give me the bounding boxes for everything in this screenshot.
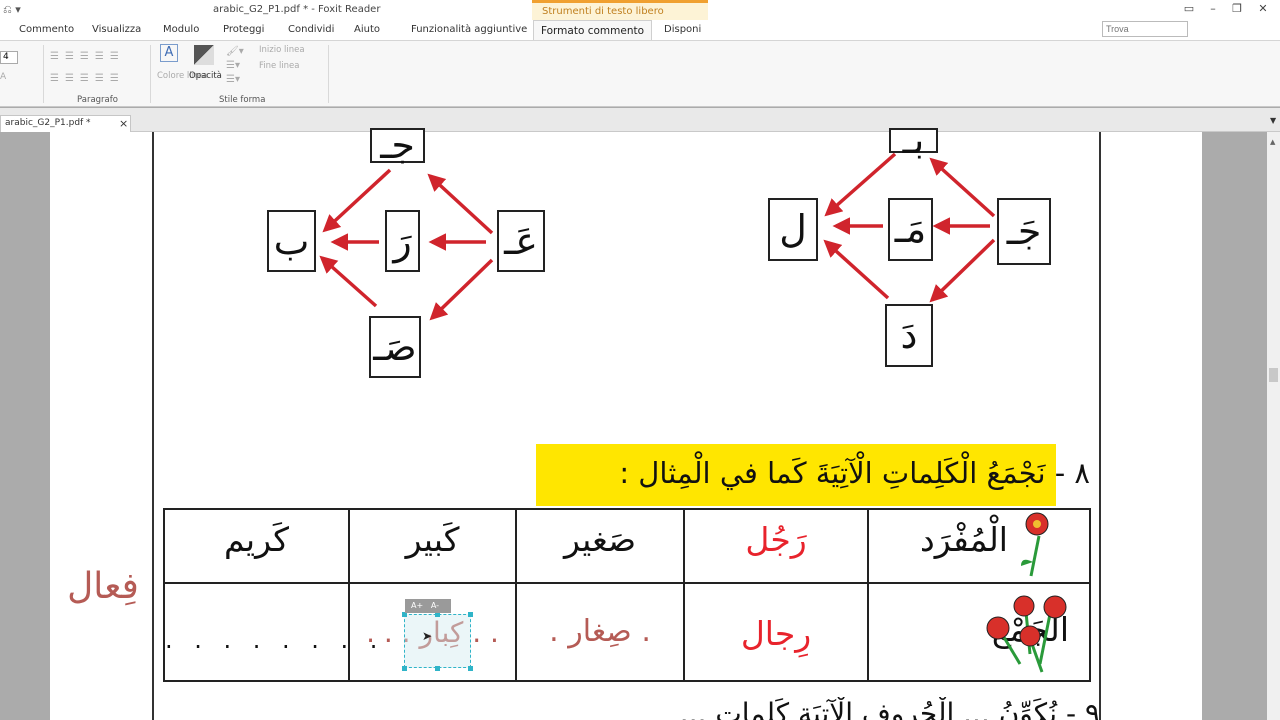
letter-box-left: ل	[768, 198, 818, 261]
answer-plural: . صِغار .	[549, 614, 651, 649]
side-annotation[interactable]: فِعال	[58, 566, 148, 607]
flowers-icon	[986, 595, 1067, 673]
arrow	[319, 255, 378, 308]
shrink-font-button[interactable]: A-	[431, 601, 439, 610]
letter-box-top: جـ	[370, 126, 425, 164]
next-exercise-line: ٩ - نُكَوِّنُ ... الْحُروفِ الْآتِيَةِ ك…	[679, 697, 1100, 720]
arrow	[824, 152, 897, 217]
letter-box-center: رَ	[385, 210, 420, 272]
word-singular: صَغير	[563, 520, 637, 559]
letter-box-left: ب	[267, 210, 316, 272]
letter-box-right: عَـ	[497, 210, 545, 272]
arrow	[929, 238, 996, 303]
letter-box-right: جَـ	[997, 198, 1051, 265]
resize-handle[interactable]	[468, 612, 473, 617]
resize-handle[interactable]	[435, 666, 440, 671]
arrow	[427, 173, 494, 235]
font-size-mini-toolbar: A+ A-	[405, 599, 451, 613]
letter-box-center: مَـ	[888, 198, 933, 261]
flower-icon	[1021, 512, 1049, 577]
exercise-instruction: ٨ - نَجْمَعُ الْكَلِماتِ الْآتِيَةَ كَما…	[619, 456, 1090, 490]
arrow	[929, 157, 996, 218]
arrow	[429, 258, 494, 321]
arrow	[823, 239, 890, 300]
empty-answer-dots: . . . . . . . .	[165, 626, 385, 654]
letter-box-bottom: صَـ	[369, 316, 421, 378]
row-divider	[165, 582, 1089, 584]
letter-box-top: بـ	[889, 121, 938, 159]
plural-table: الْمُفْرَد رَجُل صَغير كَبير كَريم الْجَ…	[163, 508, 1091, 682]
arrow	[322, 168, 392, 233]
example-plural: رِجال	[740, 614, 812, 653]
grow-font-button[interactable]: A+	[411, 601, 423, 610]
word-singular: كَبير	[405, 520, 460, 559]
letter-box-bottom: دَ	[885, 304, 933, 367]
text-box-selection[interactable]: ➤	[402, 612, 473, 671]
mouse-cursor-icon: ➤	[422, 629, 433, 643]
resize-handle[interactable]	[402, 666, 407, 671]
resize-handle[interactable]	[468, 666, 473, 671]
word-singular: كَريم	[223, 520, 290, 559]
example-singular: رَجُل	[745, 520, 807, 559]
